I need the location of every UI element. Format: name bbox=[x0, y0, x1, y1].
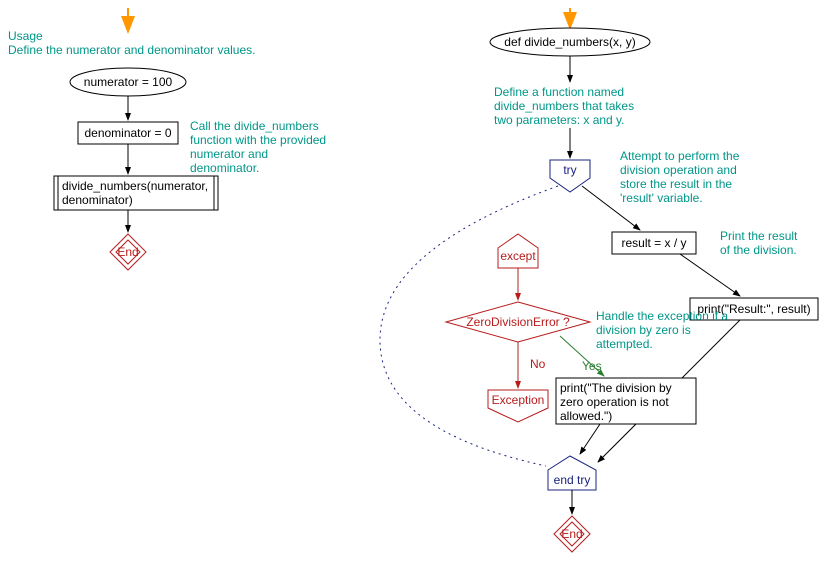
try-text: try bbox=[563, 163, 576, 177]
exception-text: Exception bbox=[492, 393, 545, 407]
left-end-node: End bbox=[110, 234, 146, 270]
usage-line2: Define the numerator and denominator val… bbox=[8, 43, 255, 57]
arrow-result-to-print bbox=[680, 254, 740, 296]
denominator-text: denominator = 0 bbox=[84, 126, 171, 140]
try-note: Attempt to perform the division operatio… bbox=[620, 149, 743, 205]
right-end-text: End bbox=[561, 527, 582, 541]
func-def-text: def divide_numbers(x, y) bbox=[504, 35, 635, 49]
except-node: except bbox=[498, 234, 538, 268]
right-end-node: End bbox=[554, 516, 590, 552]
usage-note: Usage Define the numerator and denominat… bbox=[8, 29, 255, 57]
flowchart-diagram: Usage Define the numerator and denominat… bbox=[0, 0, 822, 569]
call-line1: divide_numbers(numerator, bbox=[62, 179, 208, 193]
except-text: except bbox=[500, 249, 536, 263]
exception-node: Exception bbox=[488, 390, 548, 422]
zde-note: Handle the exception if a division by ze… bbox=[596, 309, 731, 351]
yes-label: Yes bbox=[582, 359, 602, 373]
result-text: result = x / y bbox=[621, 236, 686, 250]
zde-text: ZeroDivisionError ? bbox=[466, 315, 570, 329]
left-end-text: End bbox=[117, 245, 138, 259]
print-note: Print the result of the division. bbox=[720, 229, 801, 257]
call-note: Call the divide_numbers function with th… bbox=[190, 119, 329, 175]
numerator-text: numerator = 100 bbox=[84, 75, 173, 89]
func-note: Define a function named divide_numbers t… bbox=[494, 85, 637, 127]
end-try-text: end try bbox=[554, 473, 591, 487]
left-flowchart: Usage Define the numerator and denominat… bbox=[8, 8, 329, 270]
call-line2: denominator) bbox=[62, 193, 133, 207]
call-node: divide_numbers(numerator, denominator) bbox=[54, 176, 218, 210]
usage-line1: Usage bbox=[8, 29, 43, 43]
right-flowchart: def divide_numbers(x, y) Define a functi… bbox=[380, 8, 818, 552]
no-label: No bbox=[530, 357, 546, 371]
arrow-handler-to-endtry bbox=[580, 424, 600, 454]
end-try-node: end try bbox=[548, 456, 596, 490]
